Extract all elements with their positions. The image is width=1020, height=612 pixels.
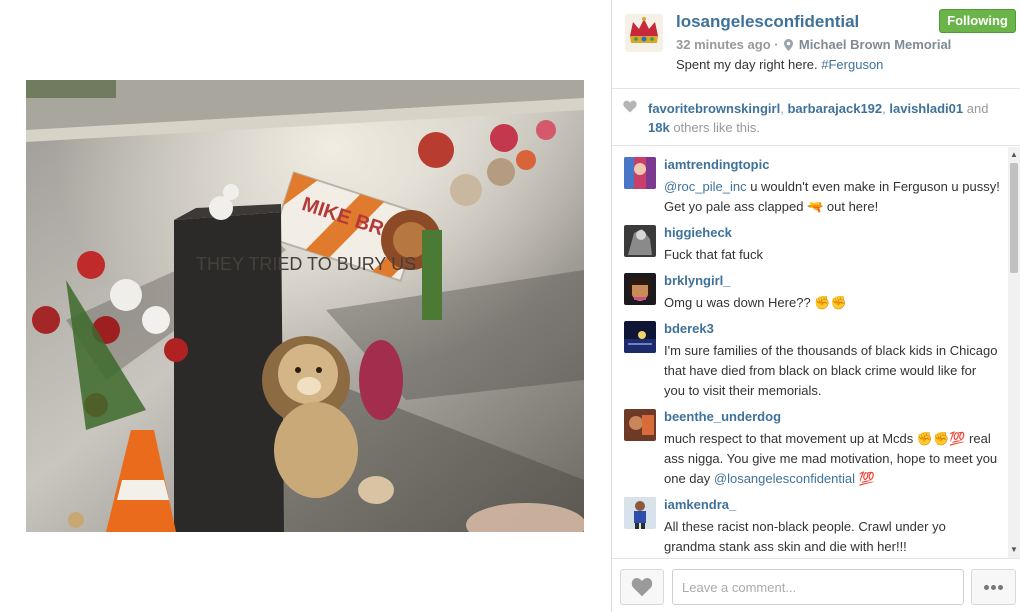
post-caption: Spent my day right here. #Ferguson <box>676 57 883 72</box>
comment-avatar[interactable] <box>624 157 656 189</box>
user-avatar[interactable] <box>625 14 663 52</box>
liker-1[interactable]: favoritebrownskingirl <box>648 101 780 116</box>
scroll-up-arrow[interactable]: ▲ <box>1008 149 1020 161</box>
comment-text: All these racist non-black people. Crawl… <box>664 519 946 554</box>
avatar-thumbnail <box>624 157 656 189</box>
avatar-thumbnail <box>624 497 656 529</box>
comment-mention[interactable]: @losangelesconfidential <box>714 471 855 486</box>
post-username[interactable]: losangelesconfidential <box>676 12 859 32</box>
more-options-button[interactable] <box>971 569 1016 605</box>
post-time: 32 minutes ago <box>676 37 771 52</box>
caption-text: Spent my day right here. <box>676 57 818 72</box>
location-pin-icon <box>784 39 794 51</box>
post-modal: MIKE BROWN THEY TRIED TO BURY US losange… <box>0 0 1020 612</box>
comment-avatar[interactable] <box>624 497 656 529</box>
post-meta: 32 minutes ago · Michael Brown Memorial <box>676 37 951 52</box>
comment-text: Omg u was down Here?? ✊✊ <box>664 295 847 310</box>
avatar-thumbnail <box>624 321 656 353</box>
crown-avatar <box>625 14 663 52</box>
heart-icon <box>631 577 653 597</box>
avatar-thumbnail <box>624 273 656 305</box>
comment-username[interactable]: brklyngirl_ <box>664 273 730 288</box>
like-button[interactable] <box>620 569 664 605</box>
more-dots-icon <box>984 585 989 590</box>
scroll-down-arrow[interactable]: ▼ <box>1008 544 1020 556</box>
comment-tail: 💯 <box>858 471 875 486</box>
comment-input[interactable] <box>672 569 964 605</box>
likes-suffix: others like this. <box>673 120 761 135</box>
caption-hashtag[interactable]: #Ferguson <box>821 57 883 72</box>
following-button[interactable]: Following <box>939 9 1016 33</box>
avatar-thumbnail <box>624 409 656 441</box>
memorial-photo-illustration: MIKE BROWN THEY TRIED TO BURY US <box>26 80 584 532</box>
comments-scrollbar[interactable]: ▲ ▼ <box>1008 147 1020 558</box>
comment-avatar[interactable] <box>624 321 656 353</box>
post-sidebar: losangelesconfidential Following 32 minu… <box>611 0 1020 612</box>
comment-avatar[interactable] <box>624 273 656 305</box>
likes-sep-2: , <box>882 101 886 116</box>
more-dots-icon <box>998 585 1003 590</box>
post-header: losangelesconfidential Following 32 minu… <box>612 0 1020 89</box>
comment-text: much respect to that movement up at Mcds… <box>664 429 1000 489</box>
likes-count[interactable]: 18k <box>648 120 670 135</box>
heart-icon <box>623 100 637 113</box>
meta-separator: · <box>774 37 779 52</box>
likes-and: and <box>966 101 989 116</box>
comment-username[interactable]: beenthe_underdog <box>664 409 781 424</box>
comment-text: @roc_pile_inc u wouldn't even make in Fe… <box>664 177 1000 217</box>
comment-username[interactable]: iamtrendingtopic <box>664 157 769 172</box>
comment-username[interactable]: bderek3 <box>664 321 714 336</box>
comment-text: I'm sure families of the thousands of bl… <box>664 343 998 398</box>
scroll-thumb[interactable] <box>1010 163 1018 273</box>
comment-username[interactable]: higgieheck <box>664 225 732 240</box>
liker-2[interactable]: barbarajack192 <box>787 101 882 116</box>
avatar-thumbnail <box>624 225 656 257</box>
photo-pane: MIKE BROWN THEY TRIED TO BURY US <box>0 0 611 612</box>
comment-mention[interactable]: @roc_pile_inc <box>664 179 747 194</box>
comment-footer <box>612 558 1020 612</box>
comment-avatar[interactable] <box>624 409 656 441</box>
post-location[interactable]: Michael Brown Memorial <box>799 37 951 52</box>
comment-text: Fuck that fat fuck <box>664 247 763 262</box>
comments-list: iamtrendingtopic @roc_pile_inc u wouldn'… <box>612 147 1008 558</box>
more-dots-icon <box>991 585 996 590</box>
svg-text:THEY TRIED TO BURY US: THEY TRIED TO BURY US <box>196 254 416 274</box>
comment-avatar[interactable] <box>624 225 656 257</box>
liker-3[interactable]: lavishladi01 <box>889 101 963 116</box>
likes-sep-1: , <box>780 101 784 116</box>
post-photo[interactable]: MIKE BROWN THEY TRIED TO BURY US <box>26 80 584 532</box>
likes-text: favoritebrownskingirl, barbarajack192, l… <box>648 99 1000 137</box>
comment-username[interactable]: iamkendra_ <box>664 497 736 512</box>
likes-section: favoritebrownskingirl, barbarajack192, l… <box>612 90 1020 146</box>
